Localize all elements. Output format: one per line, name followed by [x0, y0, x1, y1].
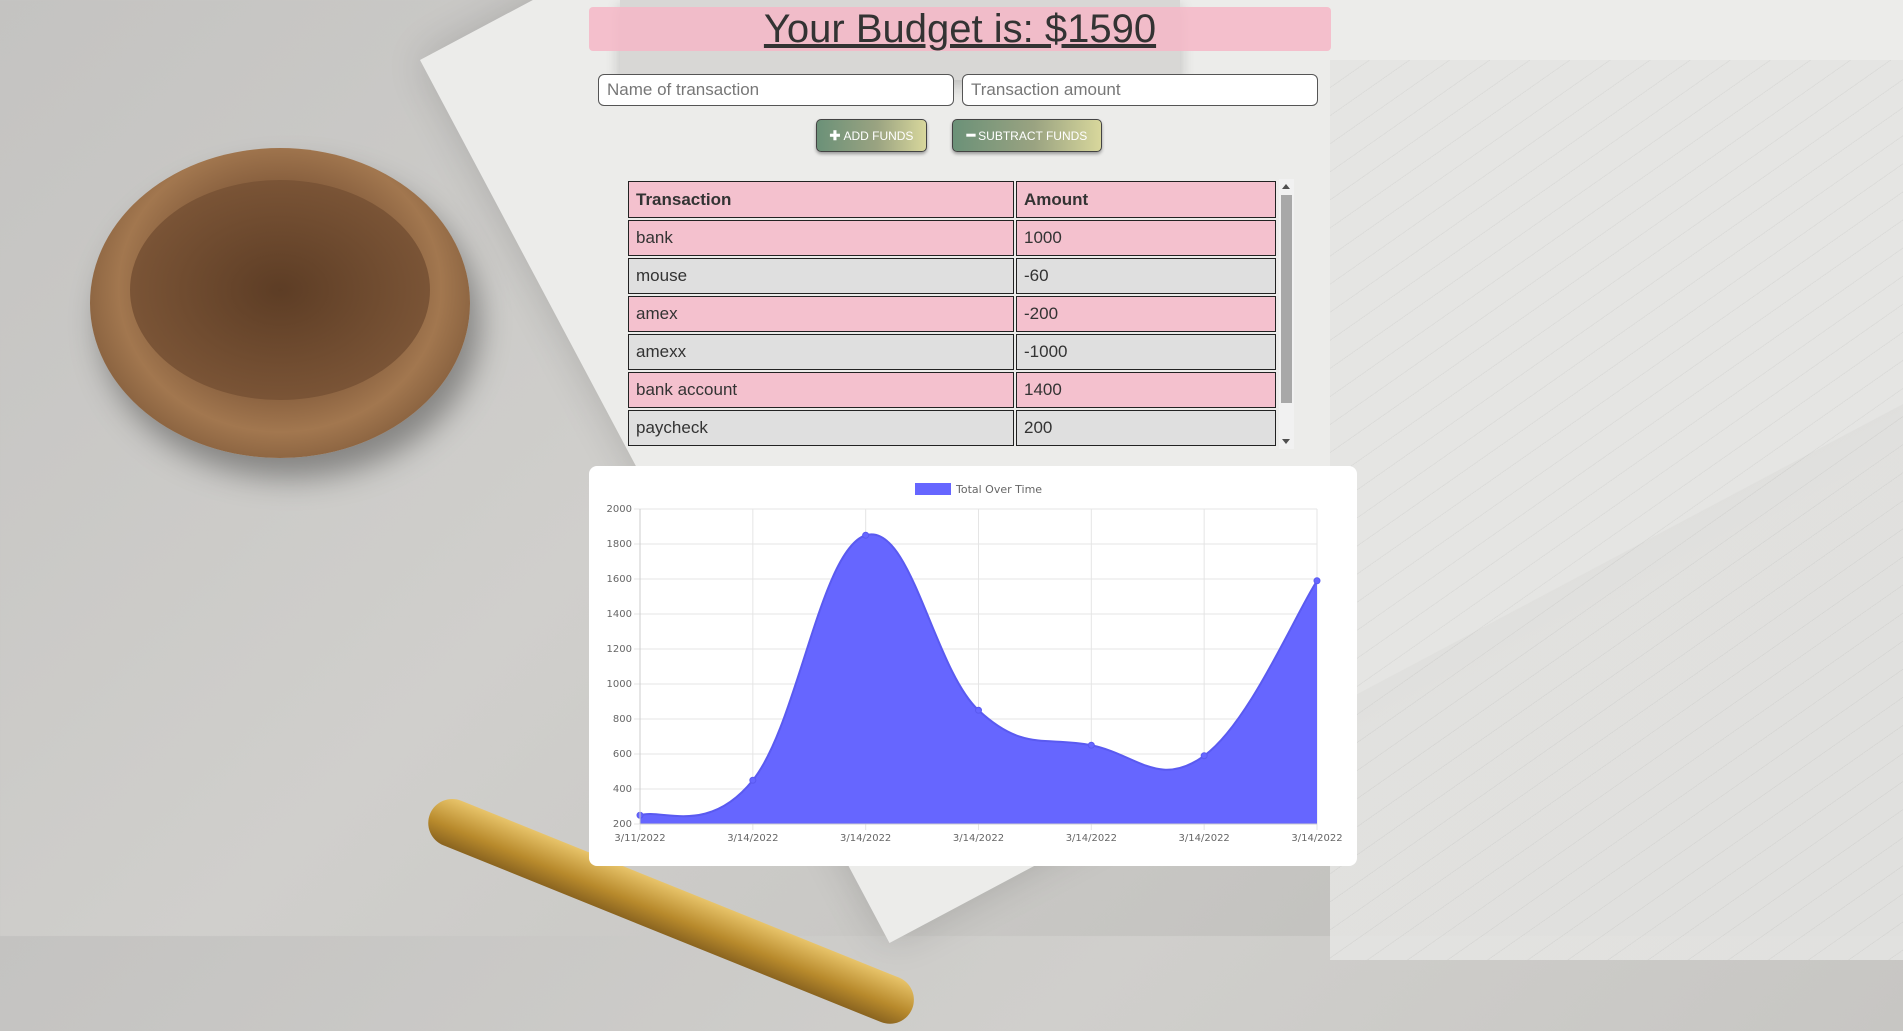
transaction-amount-cell: 1000: [1016, 220, 1276, 256]
table-scrollbar[interactable]: [1279, 179, 1294, 449]
x-tick-label: 3/14/2022: [953, 833, 1004, 844]
y-tick-label: 1800: [607, 539, 632, 550]
transaction-name-cell: bank: [628, 220, 1014, 256]
background-notebook-pages: [1330, 60, 1903, 960]
x-tick-label: 3/11/2022: [614, 833, 665, 844]
y-tick-label: 1200: [607, 644, 632, 655]
table-header-row: Transaction Amount: [628, 181, 1276, 218]
data-point: [1200, 752, 1208, 760]
minus-icon: ━: [966, 127, 976, 143]
budget-banner: Your Budget is: $1590: [589, 7, 1331, 51]
transactions-table-container[interactable]: Transaction Amount bank 1000 mouse -60 a…: [626, 179, 1294, 449]
add-funds-label: ADD FUNDS: [843, 128, 914, 143]
transaction-name-cell: amex: [628, 296, 1014, 332]
data-point: [1087, 741, 1095, 749]
transaction-amount-cell: -1000: [1016, 334, 1276, 370]
transaction-amount-cell: -200: [1016, 296, 1276, 332]
y-tick-label: 600: [613, 749, 632, 760]
chart-card: 200 400 600 800 1000 1200 1400 1600 1800 2000 3/11…: [589, 466, 1357, 866]
plus-icon: ✚: [829, 127, 841, 143]
y-tick-label: 800: [613, 714, 632, 725]
table-row: bank account 1400: [628, 372, 1276, 408]
table-row: amex -200: [628, 296, 1276, 332]
transaction-name-cell: mouse: [628, 258, 1014, 294]
transaction-name-cell: paycheck: [628, 410, 1014, 446]
add-funds-button[interactable]: ✚ ADD FUNDS: [816, 119, 927, 152]
transaction-amount-cell: 1400: [1016, 372, 1276, 408]
table-row: bank 1000: [628, 220, 1276, 256]
transaction-name-cell: amexx: [628, 334, 1014, 370]
scrollbar-thumb[interactable]: [1281, 195, 1292, 403]
background-bowl-inner: [130, 180, 430, 400]
x-tick-label: 3/14/2022: [840, 833, 891, 844]
table-row: mouse -60: [628, 258, 1276, 294]
budget-total-heading: Your Budget is: $1590: [763, 7, 1157, 51]
subtract-funds-label: SUBTRACT FUNDS: [978, 128, 1088, 143]
column-header-amount: Amount: [1016, 181, 1276, 218]
legend-label: Total Over Time: [955, 483, 1042, 496]
total-over-time-chart: 200 400 600 800 1000 1200 1400 1600 1800 2000 3/11…: [607, 483, 1343, 844]
y-tick-label: 2000: [607, 504, 632, 515]
y-tick-label: 1400: [607, 609, 632, 620]
y-tick-label: 200: [613, 819, 632, 830]
table-row: paycheck 200: [628, 410, 1276, 446]
x-tick-label: 3/14/2022: [727, 833, 778, 844]
scroll-down-arrow-icon[interactable]: [1282, 439, 1290, 444]
data-point: [862, 531, 870, 539]
data-point: [749, 776, 757, 784]
legend-swatch: [915, 483, 951, 495]
y-tick-label: 1000: [607, 679, 632, 690]
y-tick-label: 400: [613, 784, 632, 795]
transactions-table: Transaction Amount bank 1000 mouse -60 a…: [626, 179, 1278, 448]
transaction-name-cell: bank account: [628, 372, 1014, 408]
table-row: amexx -1000: [628, 334, 1276, 370]
x-tick-label: 3/14/2022: [1179, 833, 1230, 844]
y-tick-label: 1600: [607, 574, 632, 585]
column-header-transaction: Transaction: [628, 181, 1014, 218]
transaction-amount-cell: 200: [1016, 410, 1276, 446]
transaction-amount-input[interactable]: [962, 74, 1318, 106]
x-tick-label: 3/14/2022: [1291, 833, 1342, 844]
data-point: [1313, 577, 1321, 585]
subtract-funds-button[interactable]: ━ SUBTRACT FUNDS: [952, 119, 1102, 152]
data-point: [975, 706, 982, 714]
transaction-amount-cell: -60: [1016, 258, 1276, 294]
transaction-name-input[interactable]: [598, 74, 954, 106]
x-tick-label: 3/14/2022: [1066, 833, 1117, 844]
scroll-up-arrow-icon[interactable]: [1282, 184, 1290, 189]
